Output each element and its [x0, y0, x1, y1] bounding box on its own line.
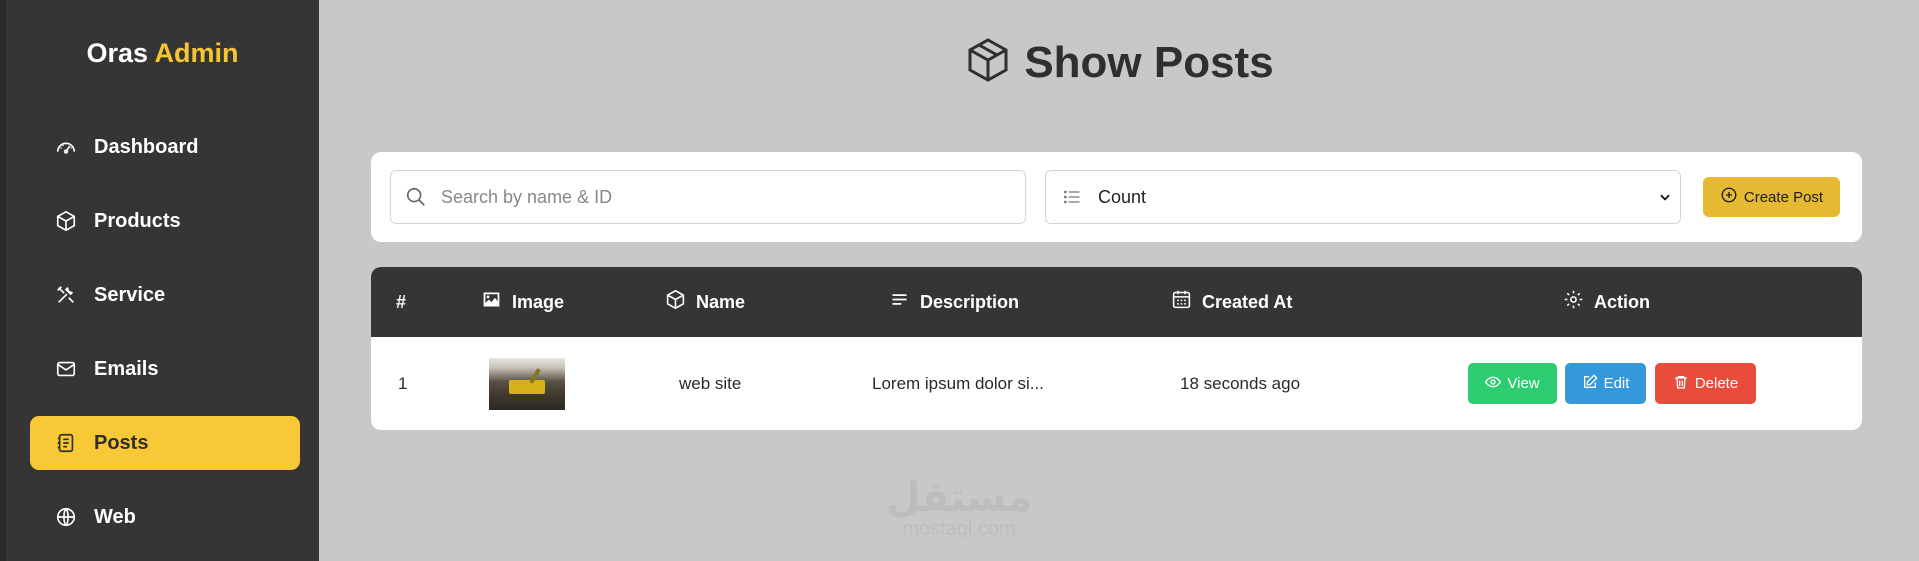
- header-image: Image: [481, 267, 564, 337]
- journal-icon: [54, 431, 78, 455]
- envelope-icon: [54, 357, 78, 381]
- search-input[interactable]: [441, 186, 1001, 208]
- pencil-square-icon: [1582, 373, 1598, 394]
- page-title-text: Show Posts: [1024, 37, 1274, 87]
- watermark: مستقل mostaql.com: [884, 478, 1034, 540]
- sidebar-item-label: Dashboard: [94, 135, 199, 158]
- thumbnail-machine: [509, 379, 545, 394]
- cell-name: web site: [679, 373, 742, 393]
- page-title: Show Posts: [319, 36, 1919, 89]
- header-description-label: Description: [920, 291, 1020, 312]
- cell-created-at: 18 seconds ago: [1180, 373, 1301, 393]
- create-post-label: Create Post: [1743, 188, 1824, 206]
- sidebar-item-web[interactable]: Web: [30, 490, 300, 544]
- select-value: Count: [1098, 186, 1147, 207]
- delete-label: Delete: [1694, 375, 1739, 392]
- watermark-line2: mostaql.com: [902, 518, 1016, 540]
- gear-icon: [1563, 289, 1584, 315]
- create-post-button[interactable]: Create Post: [1703, 177, 1840, 217]
- header-name-label: Name: [696, 291, 746, 312]
- header-image-label: Image: [512, 291, 565, 312]
- header-index-label: #: [396, 291, 407, 312]
- view-button[interactable]: View: [1468, 363, 1557, 404]
- box-icon: [665, 289, 686, 315]
- gauge-icon: [54, 135, 78, 159]
- cell-image: [489, 337, 565, 430]
- sidebar-item-posts[interactable]: Posts: [30, 416, 300, 470]
- header-description: Description: [889, 267, 1019, 337]
- table-row: 1 web site Lorem ipsum dolor si... 18 se…: [371, 337, 1862, 430]
- eye-icon: [1485, 374, 1502, 394]
- filter-toolbar: Count Create Post: [371, 152, 1862, 242]
- tools-icon: [54, 283, 78, 307]
- sidebar-item-label: Service: [94, 283, 166, 306]
- sidebar-item-dashboard[interactable]: Dashboard: [30, 120, 300, 174]
- trash-icon: [1673, 374, 1689, 394]
- image-icon: [481, 289, 502, 315]
- brand-logo[interactable]: Oras Admin: [6, 38, 319, 69]
- sidebar-item-label: Emails: [94, 357, 159, 380]
- header-name: Name: [665, 267, 745, 337]
- chevron-down-icon: [1650, 190, 1680, 204]
- watermark-line1: مستقل: [885, 476, 1033, 520]
- list-icon: [1046, 187, 1098, 207]
- plus-circle-icon: [1720, 186, 1738, 208]
- sidebar-item-emails[interactable]: Emails: [30, 342, 300, 396]
- posts-table: # Image Name Description Created At Acti…: [371, 267, 1862, 430]
- header-action: Action: [1563, 267, 1650, 337]
- globe-icon: [54, 505, 78, 529]
- header-created-at-label: Created At: [1202, 291, 1293, 312]
- sidebar-item-service[interactable]: Service: [30, 268, 300, 322]
- box-icon: [54, 209, 78, 233]
- sidebar-item-label: Web: [94, 505, 136, 528]
- edit-label: Edit: [1603, 375, 1630, 392]
- search-icon: [391, 186, 441, 208]
- count-select[interactable]: Count: [1045, 170, 1681, 224]
- table-header: # Image Name Description Created At Acti…: [371, 267, 1862, 337]
- sidebar-nav: Dashboard Products Service Emails Posts: [30, 120, 300, 561]
- view-label: View: [1507, 375, 1540, 392]
- header-action-label: Action: [1594, 291, 1650, 312]
- delete-button[interactable]: Delete: [1655, 363, 1756, 404]
- edit-button[interactable]: Edit: [1565, 363, 1646, 404]
- header-index: #: [396, 267, 406, 337]
- search-box[interactable]: [390, 170, 1026, 224]
- text-lines-icon: [889, 289, 910, 315]
- header-created-at: Created At: [1171, 267, 1292, 337]
- cell-index: 1: [398, 373, 408, 393]
- post-thumbnail[interactable]: [489, 357, 565, 410]
- sidebar-item-products[interactable]: Products: [30, 194, 300, 248]
- sidebar: Oras Admin Dashboard Products Service Em…: [0, 0, 319, 561]
- calendar-icon: [1171, 289, 1192, 315]
- cell-description: Lorem ipsum dolor si...: [872, 373, 1044, 393]
- sidebar-item-label: Posts: [94, 431, 149, 454]
- brand-name: Oras: [86, 38, 149, 68]
- box-icon: [964, 36, 1012, 89]
- sidebar-item-label: Products: [94, 209, 181, 232]
- brand-accent: Admin: [154, 38, 239, 68]
